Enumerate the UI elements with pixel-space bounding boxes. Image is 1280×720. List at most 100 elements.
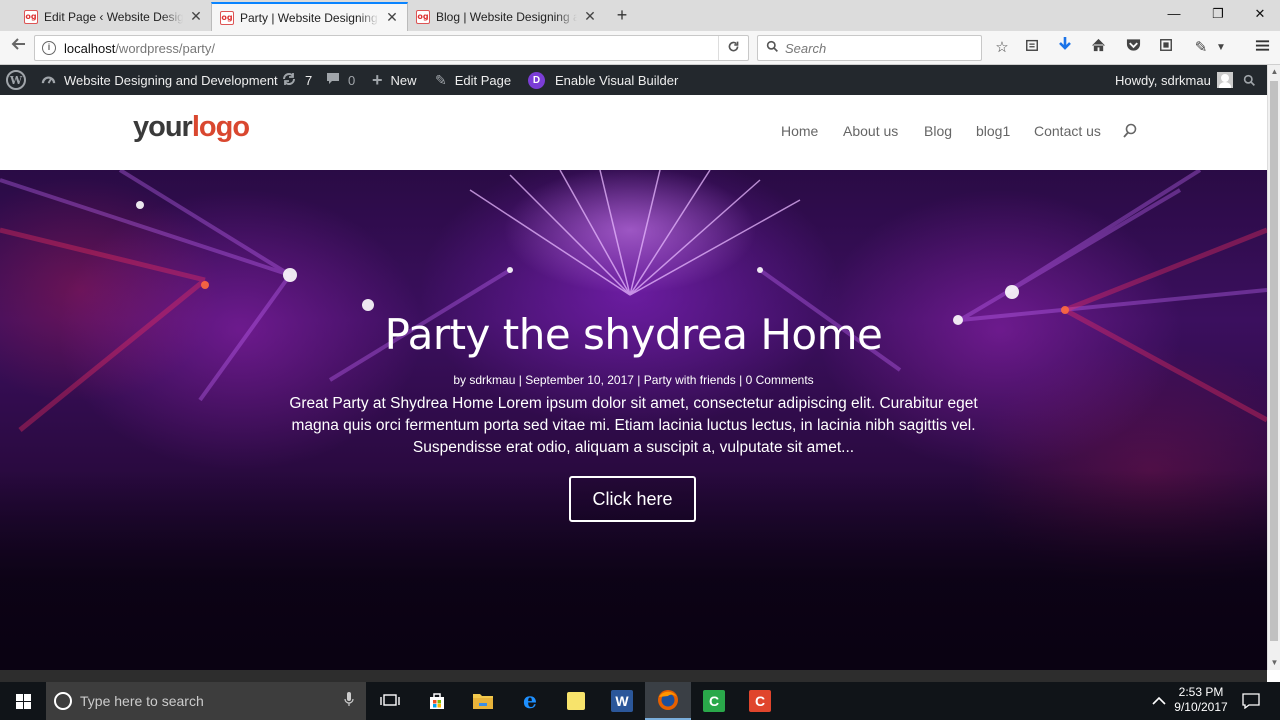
comments-link[interactable]: 0 (326, 65, 355, 95)
edge-icon: e (523, 688, 537, 714)
tab-edit-page[interactable]: og Edit Page ‹ Website Designin ✕ (16, 2, 211, 31)
action-center-button[interactable] (1242, 682, 1260, 720)
page-scrollbar[interactable]: ▲ ▼ (1267, 65, 1280, 670)
url-bar[interactable]: i localhost /wordpress/party/ (34, 35, 749, 61)
comment-bubble-icon (326, 72, 340, 88)
scrollbar-thumb[interactable] (1270, 81, 1278, 641)
updates-link[interactable]: 7 (281, 65, 312, 95)
minimize-button[interactable]: — (1152, 0, 1196, 30)
browser-navigation-bar: i localhost /wordpress/party/ Search ☆ ✎… (0, 31, 1280, 65)
nav-blog[interactable]: Blog (924, 123, 952, 139)
pocket-icon[interactable] (1121, 36, 1145, 60)
post-meta: by sdrkmau | September 10, 2017 | Party … (0, 373, 1267, 387)
logo-text-logo: logo (191, 111, 250, 143)
browser-search-input[interactable]: Search (757, 35, 982, 61)
store-app[interactable] (414, 682, 460, 720)
nav-blog1[interactable]: blog1 (976, 123, 1010, 139)
site-name: Website Designing and Development (64, 72, 278, 88)
bookmark-star-icon[interactable]: ☆ (990, 36, 1014, 60)
updates-icon (281, 72, 297, 89)
cortana-icon (54, 692, 72, 710)
close-tab-icon[interactable]: ✕ (583, 8, 597, 25)
camtasia-green-icon: C (703, 690, 725, 712)
site-logo[interactable]: yourlogo (133, 111, 250, 144)
sticky-notes-app[interactable] (553, 682, 599, 720)
close-tab-icon[interactable]: ✕ (385, 9, 399, 26)
meta-separator: | (518, 373, 522, 387)
wp-admin-bar: W Website Designing and Development 7 0 … (0, 65, 1267, 95)
downloads-icon[interactable] (1053, 36, 1077, 60)
comments-count: 0 (348, 72, 356, 88)
wordpress-favicon-icon: og (24, 9, 38, 24)
wordpress-favicon-icon: og (220, 10, 234, 25)
new-tab-button[interactable]: + (612, 4, 632, 26)
clock-time: 2:53 PM (1178, 685, 1224, 699)
search-placeholder: Search (785, 40, 827, 56)
click-here-button[interactable]: Click here (569, 476, 696, 522)
visual-builder-label: Enable Visual Builder (555, 72, 679, 88)
start-button[interactable] (0, 682, 46, 720)
admin-search-button[interactable] (1243, 65, 1256, 95)
meta-separator: | (739, 373, 743, 387)
howdy-greeting: Howdy, sdrkmau (1115, 72, 1211, 88)
wordpress-favicon-icon: og (416, 9, 430, 24)
tab-title: Party | Website Designing ar (240, 10, 379, 25)
nav-home[interactable]: Home (781, 123, 818, 139)
tab-title: Blog | Website Designing ar (436, 9, 577, 24)
browser-tab-strip: og Edit Page ‹ Website Designin ✕ og Par… (0, 0, 1280, 31)
word-app[interactable]: W (599, 682, 645, 720)
search-icon (1243, 74, 1255, 86)
reading-list-icon[interactable] (1020, 36, 1044, 60)
logo-text-your: your (133, 111, 193, 143)
file-explorer-app[interactable] (460, 682, 506, 720)
tab-party[interactable]: og Party | Website Designing ar ✕ (211, 2, 408, 31)
screenshot-icon[interactable] (1154, 36, 1178, 60)
tray-overflow-chevron-icon[interactable] (1152, 682, 1166, 720)
hamburger-menu-icon[interactable] (1250, 36, 1274, 60)
taskbar-search-box[interactable]: Type here to search (46, 682, 366, 720)
meta-separator: | (637, 373, 641, 387)
tab-blog[interactable]: og Blog | Website Designing ar ✕ (408, 2, 605, 31)
edge-app[interactable]: e (507, 682, 553, 720)
camtasia-recorder-app[interactable]: C (737, 682, 783, 720)
divi-logo-icon: D (528, 71, 545, 89)
site-info-icon[interactable]: i (42, 41, 56, 55)
pencil-icon: ✎ (435, 71, 447, 88)
site-name-link[interactable]: Website Designing and Development (41, 65, 278, 95)
wp-logo-button[interactable]: W (6, 65, 26, 95)
post-excerpt: Great Party at Shydrea Home Lorem ipsum … (289, 395, 978, 456)
enable-visual-builder-link[interactable]: D Enable Visual Builder (528, 65, 678, 95)
nav-contact-us[interactable]: Contact us (1034, 123, 1101, 139)
nav-about-us[interactable]: About us (843, 123, 898, 139)
extension-icon[interactable]: ✎ (1189, 36, 1213, 60)
camtasia-app[interactable]: C (691, 682, 737, 720)
meta-by: by (453, 373, 467, 387)
close-tab-icon[interactable]: ✕ (189, 8, 203, 25)
edit-page-link[interactable]: ✎ Edit Page (435, 65, 511, 95)
site-search-icon[interactable] (1122, 123, 1138, 139)
wordpress-logo-icon: W (6, 70, 26, 90)
close-window-button[interactable]: ✕ (1238, 0, 1280, 30)
back-arrow-icon (11, 38, 25, 50)
new-content-link[interactable]: + New (372, 65, 417, 95)
reload-button[interactable] (718, 36, 748, 60)
microphone-icon[interactable] (344, 692, 354, 710)
scroll-up-arrow-icon[interactable]: ▲ (1268, 65, 1280, 79)
hero-section: Party the shydrea Home by sdrkmau | Sept… (0, 170, 1267, 670)
home-icon[interactable] (1086, 36, 1110, 60)
my-account-link[interactable]: Howdy, sdrkmau (1115, 65, 1233, 95)
extension-dropdown-icon[interactable]: ▼ (1213, 36, 1229, 60)
meta-comments-link[interactable]: 0 Comments (746, 373, 814, 387)
plus-icon: + (372, 69, 383, 90)
url-path: /wordpress/party/ (115, 40, 216, 56)
firefox-app[interactable] (645, 682, 691, 720)
back-button[interactable] (7, 36, 31, 60)
meta-author-link[interactable]: sdrkmau (469, 373, 515, 387)
windows-logo-icon (15, 693, 31, 709)
task-view-button[interactable] (367, 682, 413, 720)
maximize-button[interactable]: ❐ (1196, 0, 1240, 30)
meta-category-link[interactable]: Party with friends (644, 373, 736, 387)
scroll-down-arrow-icon[interactable]: ▼ (1268, 656, 1280, 670)
taskbar-search-placeholder: Type here to search (80, 693, 204, 709)
system-clock[interactable]: 2:53 PM 9/10/2017 (1168, 685, 1234, 715)
